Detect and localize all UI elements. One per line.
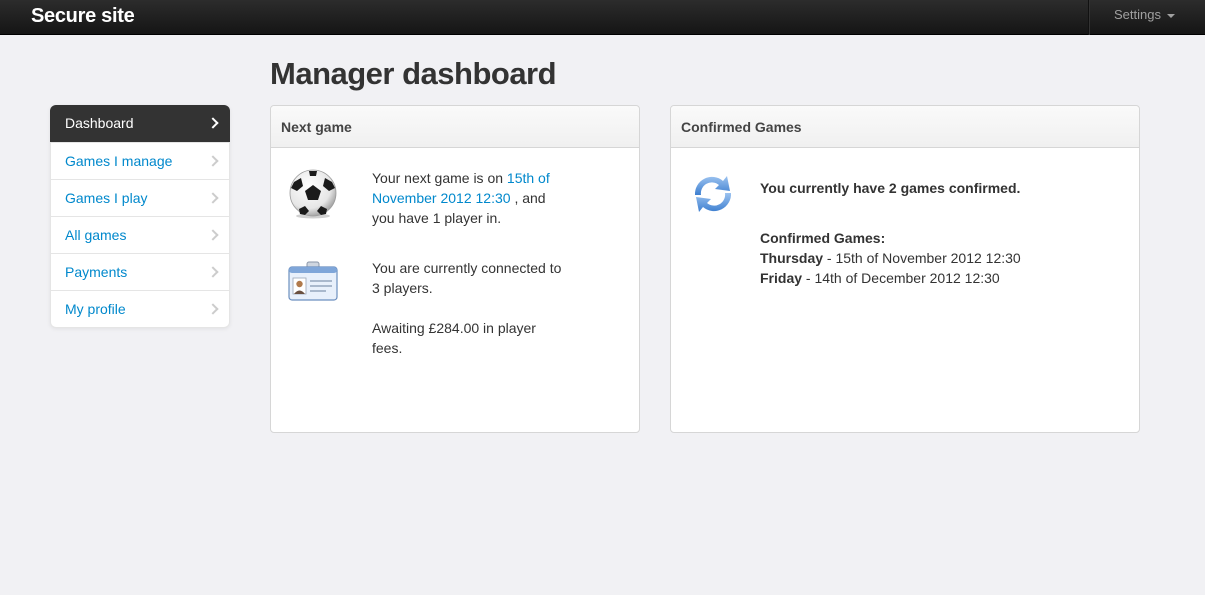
page-title: Manager dashboard — [270, 56, 557, 91]
chevron-right-icon — [207, 117, 219, 129]
next-game-prefix: Your next game is on — [372, 170, 504, 186]
connected-players-text: You are currently connected to 3 players… — [372, 260, 562, 296]
next-game-panel: Next game Your next game is on 15th of N… — [270, 105, 640, 433]
sidebar-item-label: My profile — [65, 301, 126, 317]
id-card-icon — [288, 261, 338, 301]
confirmed-game-row: Friday - 14th of December 2012 12:30 — [760, 270, 1000, 286]
confirmed-game-date: 15th of November 2012 12:30 — [835, 250, 1021, 266]
panel-heading: Confirmed Games — [671, 106, 1139, 148]
settings-label: Settings — [1114, 7, 1161, 22]
sidebar-item-games-i-manage[interactable]: Games I manage — [51, 142, 229, 179]
confirmed-summary: You currently have 2 games confirmed. — [760, 180, 1021, 196]
confirmed-game-date: 14th of December 2012 12:30 — [814, 270, 1000, 286]
settings-dropdown[interactable]: Settings — [1114, 7, 1175, 22]
sidebar-item-label: Payments — [65, 264, 128, 280]
football-icon — [289, 169, 337, 219]
chevron-right-icon — [207, 229, 219, 241]
confirmed-game-row: Thursday - 15th of November 2012 12:30 — [760, 250, 1021, 266]
confirmed-list-heading: Confirmed Games: — [760, 230, 886, 246]
chevron-right-icon — [207, 192, 219, 204]
chevron-right-icon — [207, 155, 219, 167]
confirmed-game-day: Thursday — [760, 250, 824, 266]
sidebar-item-games-i-play[interactable]: Games I play — [51, 179, 229, 216]
sidebar-item-dashboard[interactable]: Dashboard — [50, 105, 230, 142]
brand-title[interactable]: Secure site — [31, 5, 135, 28]
sidebar-item-label: All games — [65, 227, 127, 243]
chevron-right-icon — [207, 266, 219, 278]
chevron-right-icon — [207, 303, 219, 315]
top-navbar: Secure site Settings — [0, 0, 1205, 35]
confirmed-games-panel: Confirmed Games You currently have 2 gam… — [670, 105, 1140, 433]
confirmed-game-day: Friday — [760, 270, 803, 286]
sidebar-item-payments[interactable]: Payments — [51, 253, 229, 290]
sidebar-nav: Dashboard Games I manage Games I play Al… — [50, 105, 230, 328]
panel-heading: Next game — [271, 106, 639, 148]
navbar-divider — [1088, 0, 1090, 35]
next-game-text: Your next game is on 15th of November 20… — [372, 168, 572, 228]
sidebar-item-my-profile[interactable]: My profile — [51, 290, 229, 327]
sidebar-item-label: Games I manage — [65, 153, 173, 169]
refresh-icon — [694, 176, 732, 212]
awaiting-fees-text: Awaiting £284.00 in player fees. — [372, 320, 536, 356]
sidebar-item-all-games[interactable]: All games — [51, 216, 229, 253]
caret-down-icon — [1166, 13, 1175, 18]
sidebar-item-label: Games I play — [65, 190, 148, 206]
sidebar-item-label: Dashboard — [65, 115, 134, 131]
